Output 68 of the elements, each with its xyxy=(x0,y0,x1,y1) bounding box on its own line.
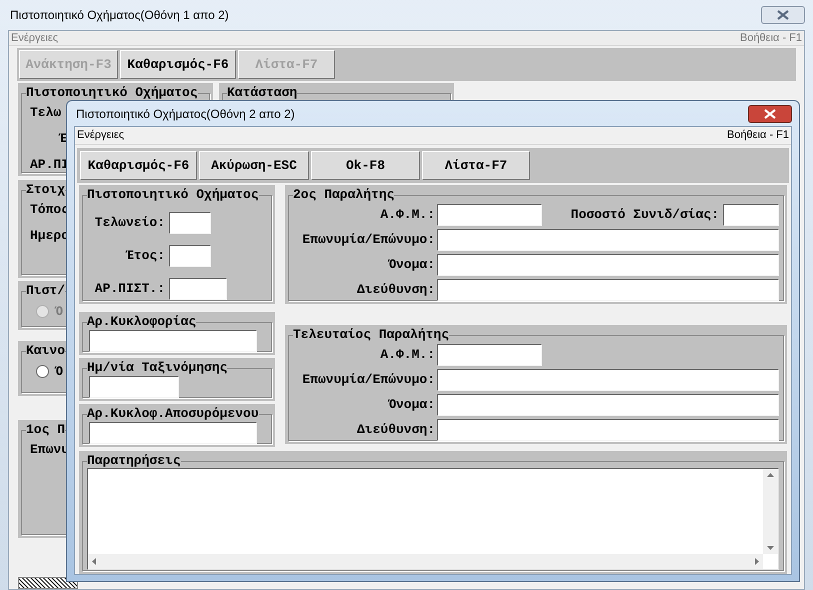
field-label: ΑΡ.ΠΙΣΤ.: xyxy=(94,280,165,298)
horizontal-scrollbar[interactable] xyxy=(88,554,763,569)
group-title: Αρ.Κυκλοφορίας xyxy=(87,315,196,329)
field-label: Όνομα: xyxy=(387,256,435,274)
text-field[interactable] xyxy=(169,245,211,267)
text-field[interactable] xyxy=(437,254,779,276)
window-title: Πιστοποιητικό Οχήματος(Οθόνη 2 απο 2) xyxy=(76,106,295,122)
text-field[interactable] xyxy=(437,204,542,226)
group-title: Κατάσταση xyxy=(227,86,298,100)
group-title: Στοιχ xyxy=(26,183,66,197)
radio-button[interactable] xyxy=(36,365,49,378)
text-field[interactable] xyxy=(723,204,779,226)
vertical-scrollbar[interactable] xyxy=(763,469,778,554)
text-field[interactable] xyxy=(437,344,542,366)
toolbar-button[interactable]: Λίστα-F7 xyxy=(422,151,530,180)
close-button[interactable] xyxy=(748,104,792,122)
field-label: Διεύθυνση: xyxy=(356,421,435,440)
field-label: Τελω xyxy=(30,106,62,120)
close-button[interactable] xyxy=(761,6,805,24)
toolbar-button[interactable]: Ok-F8 xyxy=(311,151,420,180)
toolbar-button[interactable]: Καθαρισμός-F6 xyxy=(80,151,197,180)
hatched-bar xyxy=(18,577,78,589)
group-title: Πιστ/ xyxy=(26,284,66,298)
close-icon xyxy=(777,10,789,20)
group-title: 2ος Παραλήτης xyxy=(293,188,394,202)
group-title: Τελευταίος Παραλήτης xyxy=(293,328,450,342)
group-title: Πιστοποιητικό Οχήματος xyxy=(87,188,259,202)
text-field[interactable] xyxy=(89,330,257,352)
field-label: Επωνυμία/Επώνυμο: xyxy=(301,231,435,250)
group-title: Πιστοποιητικό Οχήματος xyxy=(26,86,198,100)
field-label: Έτος: xyxy=(124,247,165,266)
text-field[interactable] xyxy=(89,422,257,444)
field-label: ΑΡ.ΠΙ xyxy=(30,158,70,172)
radio-label: Ό xyxy=(55,303,63,321)
menu-item[interactable]: Ενέργειες xyxy=(77,127,124,144)
text-field[interactable] xyxy=(89,376,179,398)
left-arrow-icon[interactable] xyxy=(92,558,96,565)
group-title: 1ος Π xyxy=(26,423,66,437)
text-field[interactable] xyxy=(437,229,779,251)
radio-label: Ό xyxy=(55,363,63,381)
field-label: Όνομα: xyxy=(387,396,435,414)
group-title: Καινο xyxy=(26,344,66,358)
group-title: Ημ/νία Ταξινόμησης xyxy=(87,361,228,375)
down-arrow-icon[interactable] xyxy=(767,546,774,550)
text-field[interactable] xyxy=(437,279,779,301)
field-label: Ποσοστό Συνιδ/σίας: xyxy=(570,206,719,224)
toolbar-button[interactable]: Καθαρισμός-F6 xyxy=(120,50,236,79)
text-field[interactable] xyxy=(437,369,779,391)
menu-item[interactable]: Βοήθεια - F1 xyxy=(726,127,789,144)
field-label: Τελωνείο: xyxy=(94,214,165,232)
field-label: Διεύθυνση: xyxy=(356,281,435,300)
text-field[interactable] xyxy=(437,394,779,416)
group-title: Αρ.Κυκλοφ.Αποσυρόμενου xyxy=(87,407,259,421)
window-title: Πιστοποιητικό Οχήματος(Οθόνη 1 απο 2) xyxy=(10,7,229,24)
group-title: Παρατηρήσεις xyxy=(87,454,181,468)
text-field[interactable] xyxy=(169,278,227,300)
field-label: Έ xyxy=(58,132,67,146)
toolbar-button[interactable]: Ακύρωση-ESC xyxy=(199,151,309,180)
text-field[interactable] xyxy=(169,212,211,234)
text-field[interactable] xyxy=(437,419,779,441)
menu-item[interactable]: Ενέργειες xyxy=(11,30,58,46)
field-label: Α.Φ.Μ.: xyxy=(379,346,435,364)
field-label: Α.Φ.Μ.: xyxy=(379,206,435,224)
field-label: Επωνυμία/Επώνυμο: xyxy=(301,371,435,390)
close-icon xyxy=(764,108,776,118)
up-arrow-icon[interactable] xyxy=(767,473,774,477)
right-arrow-icon[interactable] xyxy=(755,558,759,565)
menu-item[interactable]: Βοήθεια - F1 xyxy=(740,30,802,46)
